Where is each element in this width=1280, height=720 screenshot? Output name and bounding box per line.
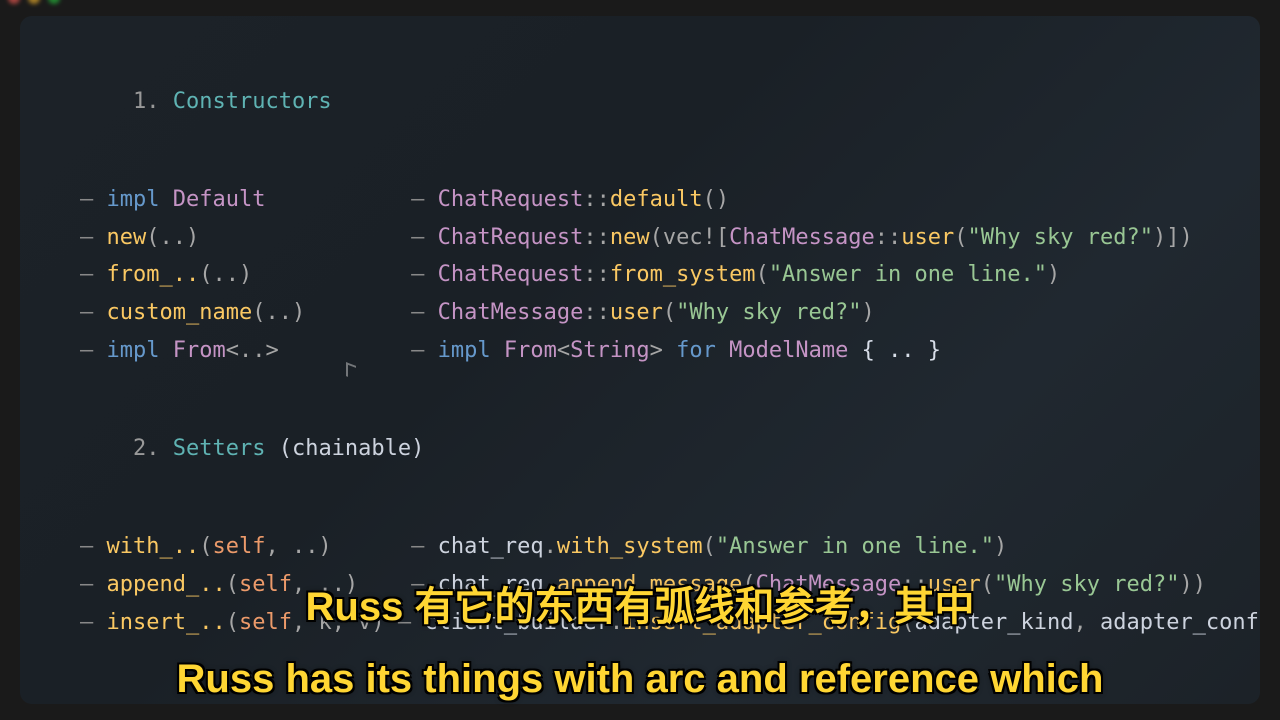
window-traffic-lights (8, 0, 60, 4)
editor-window: 1. Constructors — impl Default — ChatReq… (20, 16, 1260, 704)
section-num: 1. (133, 89, 160, 114)
section-title: Setters (173, 436, 266, 461)
section-num: 2. (133, 436, 160, 461)
section-2-heading: 2. Setters (chainable) (80, 401, 1200, 497)
row-setter-with: — with_..(self, ..) — chat_req.with_syst… (80, 531, 1200, 563)
row-setter-insert: — insert_..(self, k, v) — client_builder… (80, 607, 1200, 639)
row-setter-append: — append_..(self, ..) — chat_req.append_… (80, 569, 1200, 601)
section-title: Constructors (173, 89, 332, 114)
row-constructor-new: — new(..) — ChatRequest::new(vec![ChatMe… (80, 222, 1200, 254)
row-constructor-custom: — custom_name(..) — ChatMessage::user("W… (80, 297, 1200, 329)
row-constructor-default: — impl Default — ChatRequest::default() (80, 184, 1200, 216)
row-constructor-impl-from: — impl From<..> — impl From<String> for … (80, 335, 1200, 367)
section-3-heading: 3. Builder // Not needed for all types. (80, 672, 1200, 704)
section-1-heading: 1. Constructors (80, 54, 1200, 150)
row-constructor-from: — from_..(..) — ChatRequest::from_system… (80, 259, 1200, 291)
